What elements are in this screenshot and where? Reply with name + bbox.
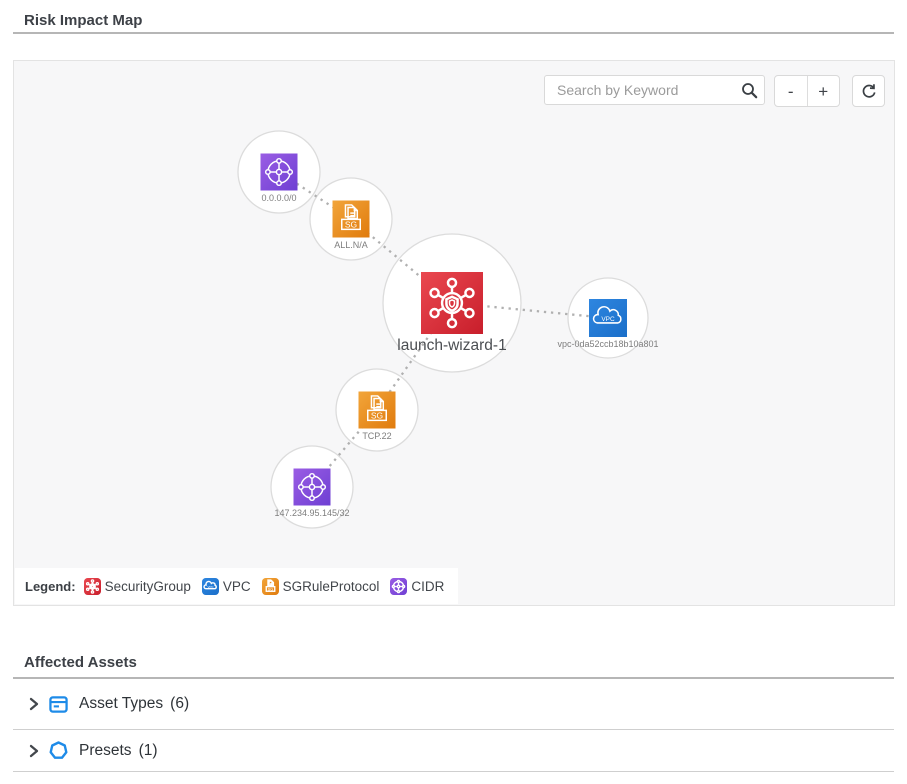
asset-row-label: Presets (79, 742, 132, 760)
graph-canvas[interactable]: 0.0.0.0/0 SG ALL.N/A launch-wizard-1 VPC vpc-… (14, 61, 894, 605)
asset-row-presets[interactable]: Presets (1) (13, 730, 894, 772)
graph-node-sgrule-tcp22[interactable]: SG TCP.22 (359, 392, 396, 442)
presets-icon (49, 741, 68, 760)
cidr-icon (261, 154, 298, 191)
svg-text:VPC: VPC (207, 584, 213, 588)
asset-row-label: Asset Types (79, 695, 163, 713)
vpc-icon: VPC (202, 578, 219, 595)
asset-row-asset-types[interactable]: Asset Types (6) (13, 679, 894, 730)
search-icon (741, 82, 758, 99)
legend-label: Legend: (25, 579, 76, 594)
cidr-icon (294, 469, 331, 506)
legend-item-sgrule: SG SGRuleProtocol (262, 578, 380, 595)
map-title-divider (13, 32, 894, 34)
affected-assets-title: Affected Assets (24, 654, 137, 671)
sgrule-icon: SG (262, 578, 279, 595)
graph-node-label: TCP.22 (362, 431, 391, 441)
graph-node-sgrule-all[interactable]: SG ALL.N/A (333, 201, 370, 251)
svg-text:SG: SG (345, 219, 357, 229)
graph-node-label: ALL.N/A (334, 240, 368, 250)
map-legend: Legend: SecurityGroup (15, 568, 458, 604)
search-input[interactable] (545, 82, 734, 98)
risk-map-panel: 0.0.0.0/0 SG ALL.N/A launch-wizard-1 VPC vpc-… (13, 60, 895, 606)
graph-node-label: vpc-0da52ccb18b10a801 (557, 339, 658, 349)
graph-node-label: 147.234.95.145/32 (274, 508, 349, 518)
chevron-right-icon[interactable] (28, 697, 40, 711)
cidr-icon (390, 578, 407, 595)
securitygroup-icon (421, 272, 483, 334)
zoom-out-button[interactable]: - (775, 76, 807, 106)
vpc-icon: VPC (589, 299, 627, 337)
affected-assets-list: Asset Types (6) Presets (1) (13, 679, 894, 772)
securitygroup-icon (84, 578, 101, 595)
legend-item-securitygroup: SecurityGroup (84, 578, 191, 595)
graph-node-label: 0.0.0.0/0 (261, 193, 296, 203)
search-button[interactable] (734, 76, 764, 104)
sgrule-icon: SG (359, 392, 396, 429)
legend-item-label: SecurityGroup (105, 579, 191, 594)
asset-row-count: (6) (170, 695, 189, 713)
legend-item-label: SGRuleProtocol (283, 579, 380, 594)
keyword-search-box (544, 75, 765, 105)
risk-impact-map-title: Risk Impact Map (24, 12, 142, 29)
asset-types-icon (49, 695, 68, 714)
chevron-right-icon[interactable] (28, 744, 40, 758)
svg-text:SG: SG (371, 410, 383, 420)
zoom-controls: - + (774, 75, 840, 107)
legend-item-vpc: VPC VPC (202, 578, 251, 595)
svg-text:VPC: VPC (601, 316, 615, 323)
graph-node-cidr-any[interactable]: 0.0.0.0/0 (261, 154, 298, 204)
legend-item-label: CIDR (411, 579, 444, 594)
legend-item-cidr: CIDR (390, 578, 444, 595)
refresh-button[interactable] (852, 75, 885, 107)
refresh-icon (860, 82, 878, 100)
svg-text:SG: SG (267, 586, 273, 591)
zoom-in-button[interactable]: + (807, 76, 840, 106)
asset-row-count: (1) (139, 742, 158, 760)
graph-node-label: launch-wizard-1 (397, 337, 506, 354)
sgrule-icon: SG (333, 201, 370, 238)
legend-item-label: VPC (223, 579, 251, 594)
